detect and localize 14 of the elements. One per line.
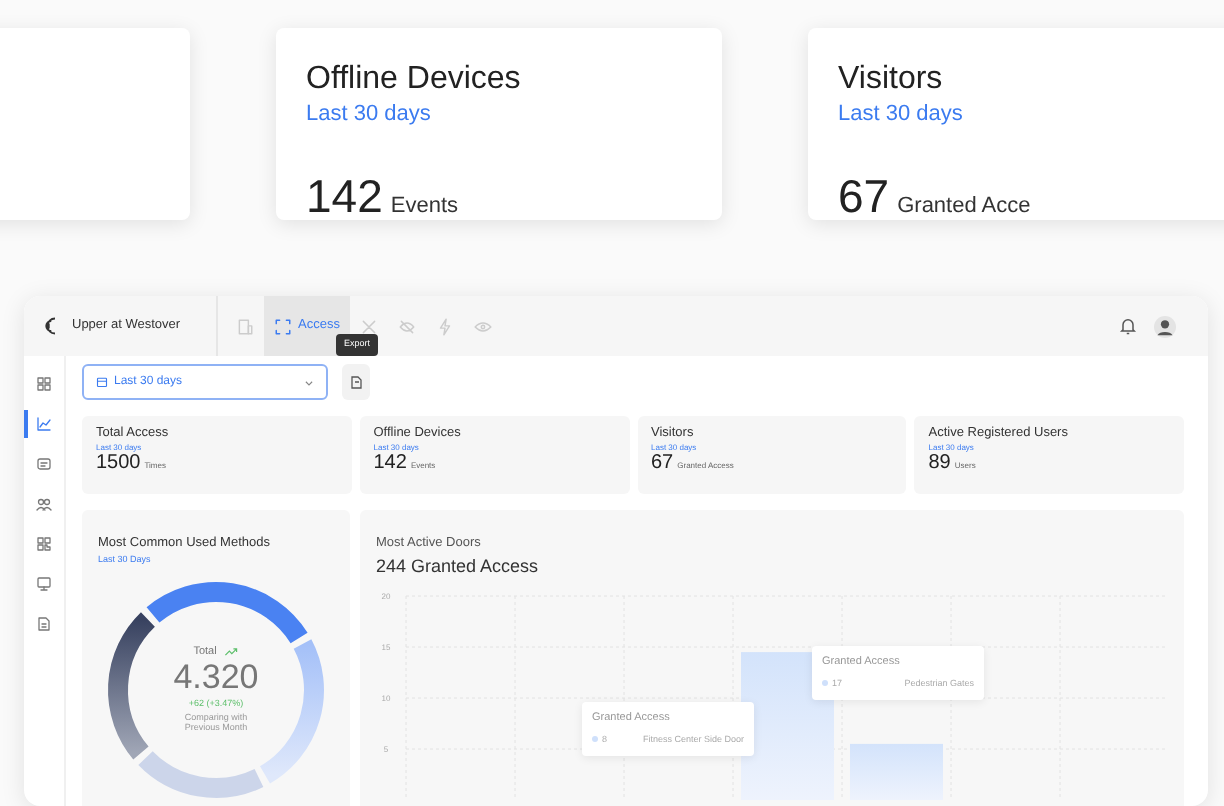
stat-value: 142: [373, 451, 407, 476]
stat-value: 89: [928, 451, 951, 476]
stat-value: 67: [838, 168, 890, 227]
stat-value: 142: [306, 168, 383, 227]
stat-unit: Events: [390, 192, 459, 223]
card-subtitle: Last 30 days: [306, 99, 433, 130]
stat-unit: Granted Acce: [897, 192, 1031, 223]
card-title: Visitors: [838, 62, 945, 98]
stat-value: 67: [651, 451, 674, 476]
stat-value: 1500: [96, 451, 141, 476]
card-headline: 244 Granted Access: [376, 553, 541, 580]
total-value: 4.320: [173, 660, 259, 698]
card-subtitle: Last 30 days: [838, 99, 965, 130]
card-title: Offline Devices: [306, 62, 523, 98]
